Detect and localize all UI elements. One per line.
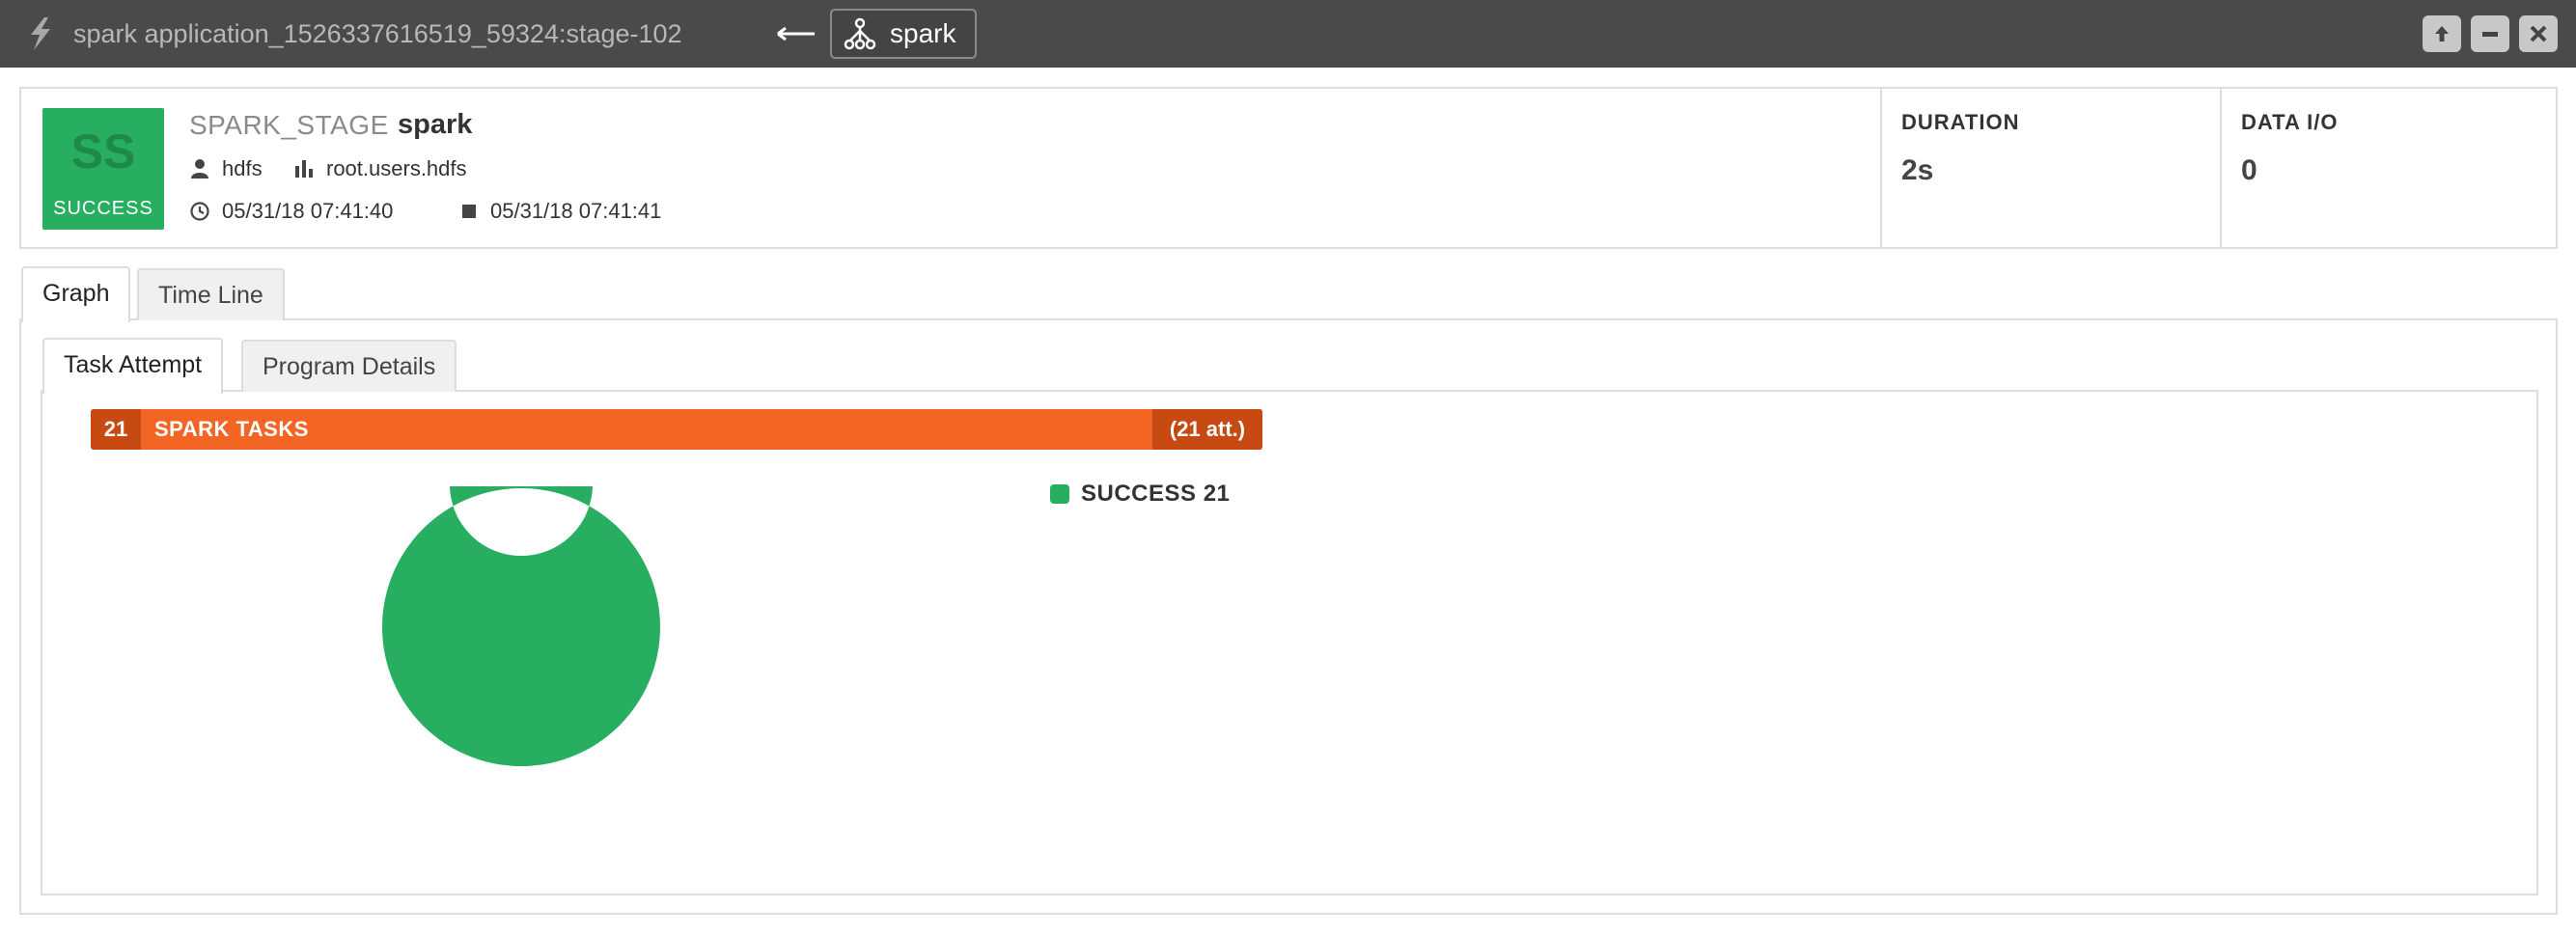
queue-name: root.users.hdfs [326, 156, 467, 180]
spark-tasks-bar[interactable]: 21 SPARK TASKS (21 att.) [91, 409, 1262, 450]
parent-app-chip[interactable]: spark [830, 9, 977, 59]
clock-icon [190, 202, 209, 221]
task-attempts: (21 att.) [1152, 409, 1262, 450]
badge-abbreviation: SS [70, 124, 136, 179]
tab-task-attempt[interactable]: Task Attempt [42, 338, 224, 394]
lightning-icon [31, 17, 50, 50]
entity-name: spark [398, 109, 473, 140]
status-badge: SS SUCCESS [42, 108, 164, 230]
duration-value: 2s [1901, 154, 1934, 186]
user-name: hdfs [222, 156, 263, 180]
chart-legend: SUCCESS 21 [1050, 481, 1230, 508]
close-icon [2530, 25, 2547, 42]
stage-header: SS SUCCESS SPARK_STAGE spark hdfs root.u… [19, 87, 2558, 249]
duration-stat: DURATION 2s [1880, 89, 2220, 247]
data-io-stat: DATA I/O 0 [2220, 89, 2558, 247]
back-arrow-icon[interactable] [772, 17, 818, 50]
data-io-label: DATA I/O [2241, 110, 2339, 134]
start-time: 05/31/18 07:41:40 [222, 199, 394, 223]
minimize-icon [2482, 32, 2498, 37]
minimize-button[interactable] [2471, 15, 2509, 52]
data-io-value: 0 [2241, 154, 2257, 186]
window-title: spark application_1526337616519_59324:st… [73, 19, 682, 48]
start-time-meta: 05/31/18 07:41:40 [189, 199, 393, 224]
stop-icon [462, 205, 476, 218]
legend-swatch [1050, 484, 1069, 504]
end-time: 05/31/18 07:41:41 [490, 199, 662, 223]
bar-chart-icon [295, 160, 313, 178]
entity-type: SPARK_STAGE [189, 110, 389, 140]
user-icon [191, 159, 208, 179]
task-status-donut [382, 486, 660, 766]
queue-meta: root.users.hdfs [293, 156, 467, 181]
tab-program-details[interactable]: Program Details [241, 340, 457, 392]
maximize-icon [2435, 26, 2449, 41]
end-time-meta: 05/31/18 07:41:41 [459, 199, 661, 224]
chip-label: spark [890, 18, 956, 48]
duration-label: DURATION [1901, 110, 2020, 134]
close-button[interactable] [2519, 15, 2558, 52]
user-meta: hdfs [189, 156, 263, 181]
tab-graph[interactable]: Graph [21, 266, 131, 322]
task-label: SPARK TASKS [154, 417, 309, 441]
title-bar: spark application_1526337616519_59324:st… [0, 0, 2576, 68]
task-count: 21 [91, 409, 141, 450]
hierarchy-icon [844, 17, 876, 50]
legend-label: SUCCESS 21 [1081, 481, 1231, 507]
maximize-button[interactable] [2423, 15, 2461, 52]
badge-status: SUCCESS [53, 198, 153, 219]
tab-timeline[interactable]: Time Line [137, 268, 285, 320]
